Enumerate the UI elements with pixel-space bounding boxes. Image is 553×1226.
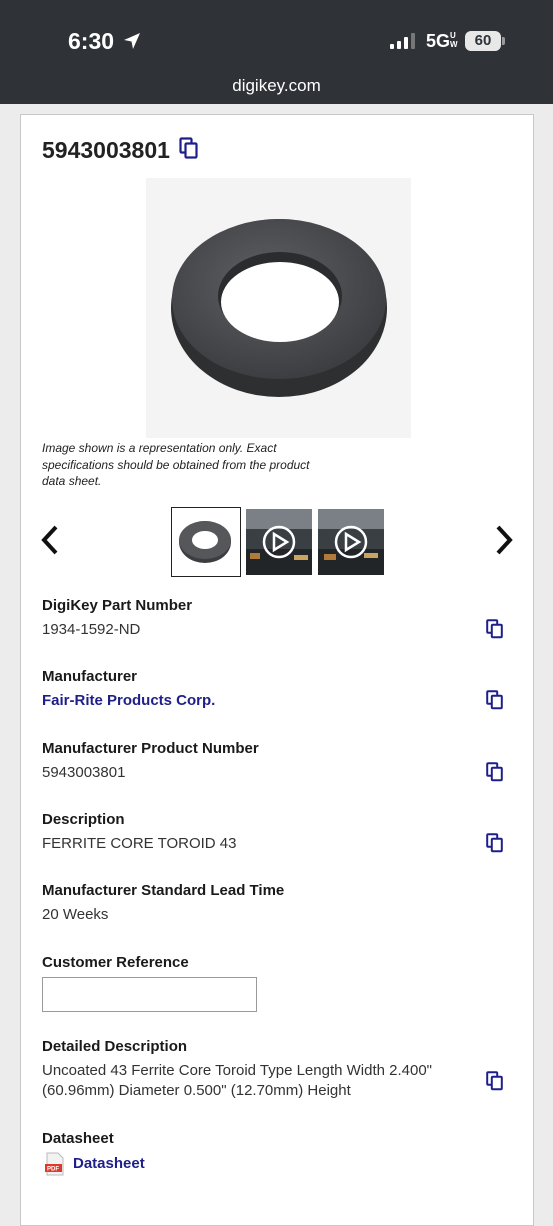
thumbnail-video[interactable]	[318, 509, 384, 575]
manufacturer-product-number-value: 5943003801	[42, 764, 126, 781]
copy-icon[interactable]	[486, 619, 504, 639]
battery-icon: 60	[465, 31, 505, 51]
url-bar[interactable]: digikey.com	[0, 76, 553, 96]
copy-icon[interactable]	[486, 762, 504, 782]
product-image[interactable]	[146, 178, 411, 438]
datasheet-link[interactable]: Datasheet	[73, 1155, 145, 1172]
copy-icon[interactable]	[486, 690, 504, 710]
manufacturer-link[interactable]: Fair-Rite Products Corp.	[42, 692, 215, 709]
ferrite-toroid-image	[171, 219, 387, 397]
detailed-description-value: Uncoated 43 Ferrite Core Toroid Type Len…	[42, 1062, 432, 1099]
copy-icon[interactable]	[179, 137, 199, 159]
svg-text:PDF: PDF	[47, 1167, 59, 1173]
page-title: 5943003801	[42, 137, 170, 163]
manufacturer-product-number-label: Manufacturer Product Number	[42, 740, 259, 757]
network-label: 5G	[426, 31, 451, 51]
thumbnail-video[interactable]	[246, 509, 312, 575]
chevron-right-icon[interactable]	[493, 523, 515, 557]
customer-reference-input[interactable]	[42, 977, 257, 1012]
status-bar: 6:30 5GUW 60 digikey.com	[0, 0, 553, 104]
lead-time-value: 20 Weeks	[42, 906, 109, 923]
pdf-icon[interactable]: PDF	[45, 1152, 65, 1176]
digikey-part-number-label: DigiKey Part Number	[42, 597, 193, 614]
copy-icon[interactable]	[486, 1071, 504, 1091]
network-suffix: UW	[450, 31, 458, 49]
battery-level: 60	[465, 31, 501, 51]
network-type: 5GUW	[426, 31, 458, 52]
description-label: Description	[42, 811, 125, 828]
product-card: 5943003801 Image shown is a representati…	[20, 114, 534, 1226]
digikey-part-number-value: 1934-1592-ND	[42, 621, 141, 638]
detailed-description-label: Detailed Description	[42, 1038, 188, 1055]
chevron-left-icon[interactable]	[39, 523, 61, 557]
lead-time-label: Manufacturer Standard Lead Time	[42, 882, 285, 899]
copy-icon[interactable]	[486, 833, 504, 853]
description-value: FERRITE CORE TOROID 43	[42, 835, 237, 852]
datasheet-label: Datasheet	[42, 1130, 114, 1147]
customer-reference-label: Customer Reference	[42, 954, 189, 971]
clock: 6:30	[68, 28, 115, 54]
location-arrow-icon	[124, 33, 140, 49]
image-caption: Image shown is a representation only. Ex…	[42, 441, 310, 488]
manufacturer-label: Manufacturer	[42, 668, 138, 685]
signal-strength-icon	[390, 33, 415, 49]
thumbnail-image[interactable]	[171, 507, 241, 577]
